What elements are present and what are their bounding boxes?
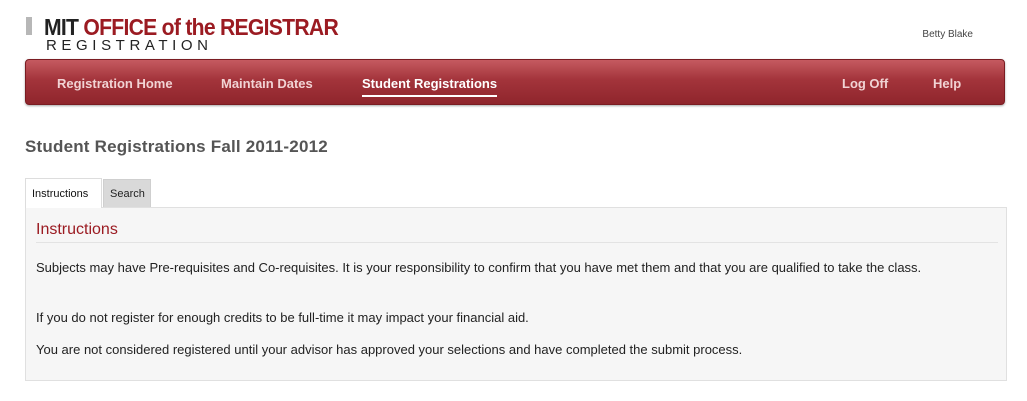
instruction-paragraph-financial-aid: If you do not register for enough credit…	[36, 310, 529, 325]
page-title: Student Registrations Fall 2011-2012	[25, 137, 328, 156]
panel-divider	[36, 242, 998, 243]
instruction-paragraph-prerequisites: Subjects may have Pre-requisites and Co-…	[36, 260, 922, 275]
panel-heading: Instructions	[36, 221, 118, 238]
nav-help[interactable]: Help	[933, 76, 961, 91]
nav-log-off[interactable]: Log Off	[842, 76, 888, 91]
logo-subtitle: REGISTRATION	[46, 37, 213, 54]
main-navbar: Registration Home Maintain Dates Student…	[25, 59, 1005, 105]
registrar-logo[interactable]: MIT OFFICE of the REGISTRAR REGISTRATION	[26, 14, 339, 56]
instructions-panel: Instructions Subjects may have Pre-requi…	[25, 207, 1007, 381]
nav-maintain-dates[interactable]: Maintain Dates	[221, 76, 313, 91]
nav-registration-home[interactable]: Registration Home	[57, 76, 173, 91]
nav-student-registrations[interactable]: Student Registrations	[362, 76, 498, 97]
logo-bar	[26, 17, 32, 35]
page-header: MIT OFFICE of the REGISTRAR REGISTRATION…	[0, 0, 1027, 58]
user-name: Betty Blake	[922, 29, 973, 40]
tab-search[interactable]: Search	[103, 179, 151, 208]
instruction-paragraph-advisor: You are not considered registered until …	[36, 342, 743, 357]
tab-instructions[interactable]: Instructions	[25, 178, 102, 208]
